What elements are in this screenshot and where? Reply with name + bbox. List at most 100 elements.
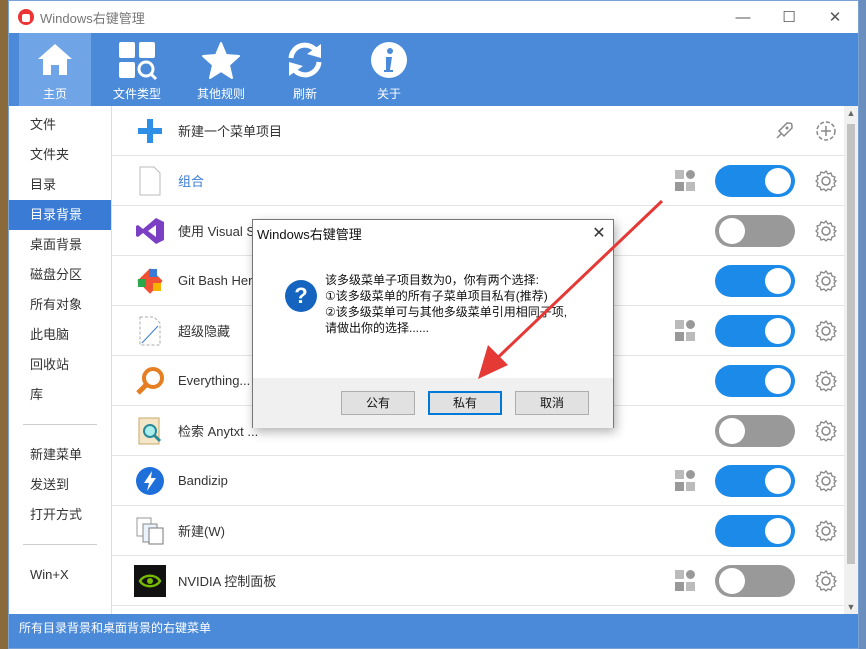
list-item[interactable]: Bandizip — [112, 456, 858, 506]
home-icon — [34, 39, 76, 81]
dialog-line: ②该多级菜单可与其他多级菜单引用相同子项, — [325, 305, 568, 319]
blank-file-icon — [134, 165, 166, 197]
toolbar-home-label: 主页 — [42, 87, 67, 101]
sidebar-item-send-to[interactable]: 发送到 — [9, 470, 111, 500]
gear-icon[interactable] — [815, 319, 838, 342]
multi-level-menu-icon — [675, 569, 697, 592]
new-menu-item-row[interactable]: 新建一个菜单项目 — [112, 106, 858, 156]
dialog-close-button[interactable]: ✕ — [585, 223, 613, 243]
dialog-body: ? 该多级菜单子项目数为0，你有两个选择: ①该多级菜单的所有子菜单项目私有(推… — [253, 246, 613, 378]
window-title: Windows右键管理 — [40, 10, 145, 26]
public-button[interactable]: 公有 — [341, 391, 415, 415]
rocket-icon[interactable] — [773, 120, 795, 142]
multi-level-menu-icon — [675, 319, 697, 342]
toggle-knob — [719, 567, 745, 594]
sidebar-item-new-menu[interactable]: 新建菜单 — [9, 440, 111, 470]
gear-icon[interactable] — [815, 169, 838, 192]
sidebar-item-file[interactable]: 文件 — [9, 110, 111, 140]
toggle-knob — [765, 467, 791, 494]
dialog-line: 该多级菜单子项目数为0，你有两个选择: — [325, 273, 540, 287]
sidebar-item-disk-partition[interactable]: 磁盘分区 — [9, 260, 111, 290]
gear-icon[interactable] — [815, 469, 838, 492]
sidebar-item-all-objects[interactable]: 所有对象 — [9, 290, 111, 320]
enable-toggle[interactable] — [715, 264, 795, 297]
toggle-knob — [765, 267, 791, 294]
sidebar-item-directory[interactable]: 目录 — [9, 170, 111, 200]
cancel-button[interactable]: 取消 — [515, 391, 589, 415]
sidebar-item-recycle-bin[interactable]: 回收站 — [9, 350, 111, 380]
toggle-knob — [765, 367, 791, 394]
everything-search-icon — [134, 365, 166, 397]
sidebar-item-open-with[interactable]: 打开方式 — [9, 500, 111, 530]
list-item[interactable]: NVIDIA 控制面板 — [112, 556, 858, 606]
list-item[interactable]: 新建(W) — [112, 506, 858, 556]
toggle-knob — [719, 417, 745, 444]
new-menu-item-label: 新建一个菜单项目 — [178, 124, 283, 139]
sidebar-item-this-pc[interactable]: 此电脑 — [9, 320, 111, 350]
anytxt-icon — [134, 415, 166, 447]
plus-icon — [134, 115, 166, 147]
sidebar-divider — [23, 544, 97, 545]
dialog-title: Windows右键管理 — [257, 226, 362, 242]
scroll-down-arrow-icon[interactable]: ▼ — [846, 602, 856, 612]
toolbar-about[interactable]: 关于 — [347, 33, 431, 106]
sidebar-item-desktop-background[interactable]: 桌面背景 — [9, 230, 111, 260]
dashed-file-icon — [134, 315, 166, 347]
toggle-knob — [765, 517, 791, 544]
sidebar-item-directory-background[interactable]: 目录背景 — [9, 200, 111, 230]
title-bar[interactable]: Windows右键管理 — ☐ ✕ — [9, 1, 858, 33]
toolbar-about-label: 关于 — [376, 87, 401, 101]
dialog-title-bar[interactable]: Windows右键管理 ✕ — [253, 220, 613, 246]
nvidia-icon — [134, 564, 166, 597]
scrollbar-thumb[interactable] — [847, 124, 855, 564]
toolbar-other-rules-label: 其他规则 — [196, 87, 245, 101]
sidebar-item-win-x[interactable]: Win+X — [9, 560, 111, 590]
add-circle-icon[interactable] — [815, 120, 837, 142]
confirm-dialog: Windows右键管理 ✕ ? 该多级菜单子项目数为0，你有两个选择: ①该多级… — [252, 219, 614, 428]
enable-toggle[interactable] — [715, 364, 795, 397]
refresh-icon — [284, 39, 326, 81]
info-icon — [368, 39, 410, 81]
toggle-knob — [765, 317, 791, 344]
toggle-knob — [765, 167, 791, 194]
status-bar: 所有目录背景和桌面背景的右键菜单 — [9, 614, 858, 648]
visual-studio-icon — [134, 215, 166, 247]
gear-icon[interactable] — [815, 219, 838, 242]
dialog-footer: 公有 私有 取消 — [253, 378, 613, 428]
file-type-search-icon — [116, 39, 158, 81]
enable-toggle[interactable] — [715, 314, 795, 347]
enable-toggle[interactable] — [715, 564, 795, 597]
main-toolbar: 主页 文件类型 其他规则 刷新 关于 — [9, 33, 858, 106]
app-logo-icon — [18, 9, 34, 25]
maximize-button[interactable]: ☐ — [766, 1, 812, 33]
enable-toggle[interactable] — [715, 464, 795, 497]
gear-icon[interactable] — [815, 519, 838, 542]
multi-level-menu-icon — [675, 169, 697, 192]
sidebar-item-folder[interactable]: 文件夹 — [9, 140, 111, 170]
toolbar-refresh-label: 刷新 — [292, 87, 317, 101]
close-button[interactable]: ✕ — [812, 1, 858, 33]
list-item-label: 组合 — [178, 174, 205, 189]
toolbar-other-rules[interactable]: 其他规则 — [179, 33, 263, 106]
list-item-label: 新建(W) — [178, 524, 225, 539]
enable-toggle[interactable] — [715, 164, 795, 197]
toolbar-file-types-label: 文件类型 — [112, 87, 161, 101]
vertical-scrollbar[interactable]: ▲ ▼ — [844, 106, 858, 614]
question-icon: ? — [285, 280, 317, 312]
toolbar-home[interactable]: 主页 — [19, 33, 91, 106]
gear-icon[interactable] — [815, 369, 838, 392]
private-button[interactable]: 私有 — [428, 391, 502, 415]
gear-icon[interactable] — [815, 569, 838, 592]
enable-toggle[interactable] — [715, 414, 795, 447]
enable-toggle[interactable] — [715, 214, 795, 247]
list-item[interactable]: 组合 — [112, 156, 858, 206]
toolbar-refresh[interactable]: 刷新 — [263, 33, 347, 106]
enable-toggle[interactable] — [715, 514, 795, 547]
minimize-button[interactable]: — — [720, 1, 766, 33]
sidebar-item-library[interactable]: 库 — [9, 380, 111, 410]
gear-icon[interactable] — [815, 269, 838, 292]
list-item-label: Bandizip — [178, 473, 228, 488]
gear-icon[interactable] — [815, 419, 838, 442]
scroll-up-arrow-icon[interactable]: ▲ — [846, 108, 856, 118]
toolbar-file-types[interactable]: 文件类型 — [95, 33, 179, 106]
